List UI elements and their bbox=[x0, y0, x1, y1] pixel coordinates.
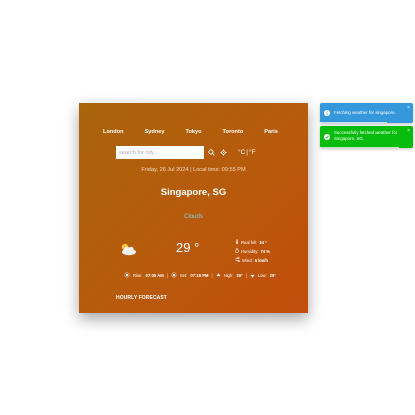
arrow-up-icon bbox=[215, 272, 221, 279]
thermometer-icon bbox=[235, 238, 239, 247]
unit-toggle: °C | °F bbox=[238, 149, 256, 156]
high-label: High: bbox=[223, 273, 234, 278]
weather-details: Real fell: 34 ° Humidity: 74 % Wind: 5 k… bbox=[235, 238, 270, 265]
wind-value: 5 km/h bbox=[254, 258, 268, 263]
toast-progress-bar bbox=[320, 121, 387, 123]
local-datetime: Friday, 26 Jul 2024 | Local time: 09:55 … bbox=[141, 167, 246, 173]
current-temperature: 29 ° bbox=[176, 240, 200, 255]
high-value: 30° bbox=[236, 273, 243, 278]
summary-separator: | bbox=[211, 273, 213, 278]
humidity-label: Humidity: bbox=[241, 249, 259, 254]
toast-info[interactable]: Fetching weather for singapore. × bbox=[320, 103, 413, 123]
real-feel-label: Real fell: bbox=[241, 240, 258, 245]
sunset-icon bbox=[170, 272, 177, 279]
search-icon[interactable] bbox=[208, 149, 215, 156]
sunrise-label: Rise: bbox=[133, 273, 143, 278]
unit-separator: | bbox=[246, 149, 248, 156]
search-input[interactable] bbox=[116, 146, 204, 159]
celsius-button[interactable]: °C bbox=[238, 149, 245, 156]
sunrise-icon bbox=[124, 272, 130, 279]
real-feel-row: Real fell: 34 ° bbox=[235, 238, 270, 247]
toast-progress-bar bbox=[320, 146, 400, 148]
wind-row: Wind: 5 km/h bbox=[235, 256, 270, 265]
toast-close-button[interactable]: × bbox=[407, 105, 410, 111]
city-sydney-button[interactable]: Sydney bbox=[145, 129, 165, 135]
wind-label: Wind: bbox=[242, 258, 253, 263]
daily-summary: Rise: 07:05 AM | Set: 07:16 PM | High: 3… bbox=[124, 272, 276, 279]
city-toronto-button[interactable]: Toronto bbox=[223, 129, 244, 135]
wind-icon bbox=[235, 256, 240, 265]
info-icon bbox=[324, 110, 330, 116]
droplet-icon bbox=[235, 247, 239, 256]
summary-separator: | bbox=[166, 273, 168, 278]
sunset-value: 07:16 PM bbox=[190, 273, 209, 278]
low-value: 29° bbox=[269, 273, 276, 278]
city-tokyo-button[interactable]: Tokyo bbox=[185, 129, 201, 135]
location-icon[interactable] bbox=[220, 149, 227, 156]
toast-success[interactable]: Successfully fetched weather for Singapo… bbox=[320, 126, 413, 148]
partly-cloudy-icon bbox=[119, 242, 137, 261]
hourly-forecast-title: HOURLY FORECAST bbox=[116, 295, 167, 301]
location-title: Singapore, SG bbox=[160, 187, 227, 198]
weather-card: London Sydney Tokyo Toronto Paris °C | °… bbox=[79, 103, 308, 313]
arrow-down-icon bbox=[250, 273, 255, 279]
real-feel-value: 34 ° bbox=[259, 240, 267, 245]
search-row: °C | °F bbox=[116, 146, 256, 159]
humidity-row: Humidity: 74 % bbox=[235, 247, 270, 256]
fahrenheit-button[interactable]: °F bbox=[249, 149, 256, 156]
humidity-value: 74 % bbox=[260, 249, 270, 254]
sunset-label: Set: bbox=[179, 273, 188, 278]
summary-separator: | bbox=[245, 273, 247, 278]
city-london-button[interactable]: London bbox=[103, 129, 124, 135]
toast-message: Fetching weather for singapore. bbox=[334, 110, 396, 115]
city-shortcuts: London Sydney Tokyo Toronto Paris bbox=[79, 129, 308, 135]
check-circle-icon bbox=[324, 134, 330, 140]
sunrise-value: 07:05 AM bbox=[145, 273, 164, 278]
toast-close-button[interactable]: × bbox=[407, 128, 410, 134]
city-paris-button[interactable]: Paris bbox=[264, 129, 278, 135]
low-label: Low: bbox=[257, 273, 267, 278]
current-weather-row: 29 ° Real fell: 34 ° Humidity: 74 % Wind… bbox=[79, 236, 308, 266]
toast-message: Successfully fetched weather for Singapo… bbox=[334, 130, 398, 141]
weather-condition: Clouds bbox=[184, 214, 203, 220]
